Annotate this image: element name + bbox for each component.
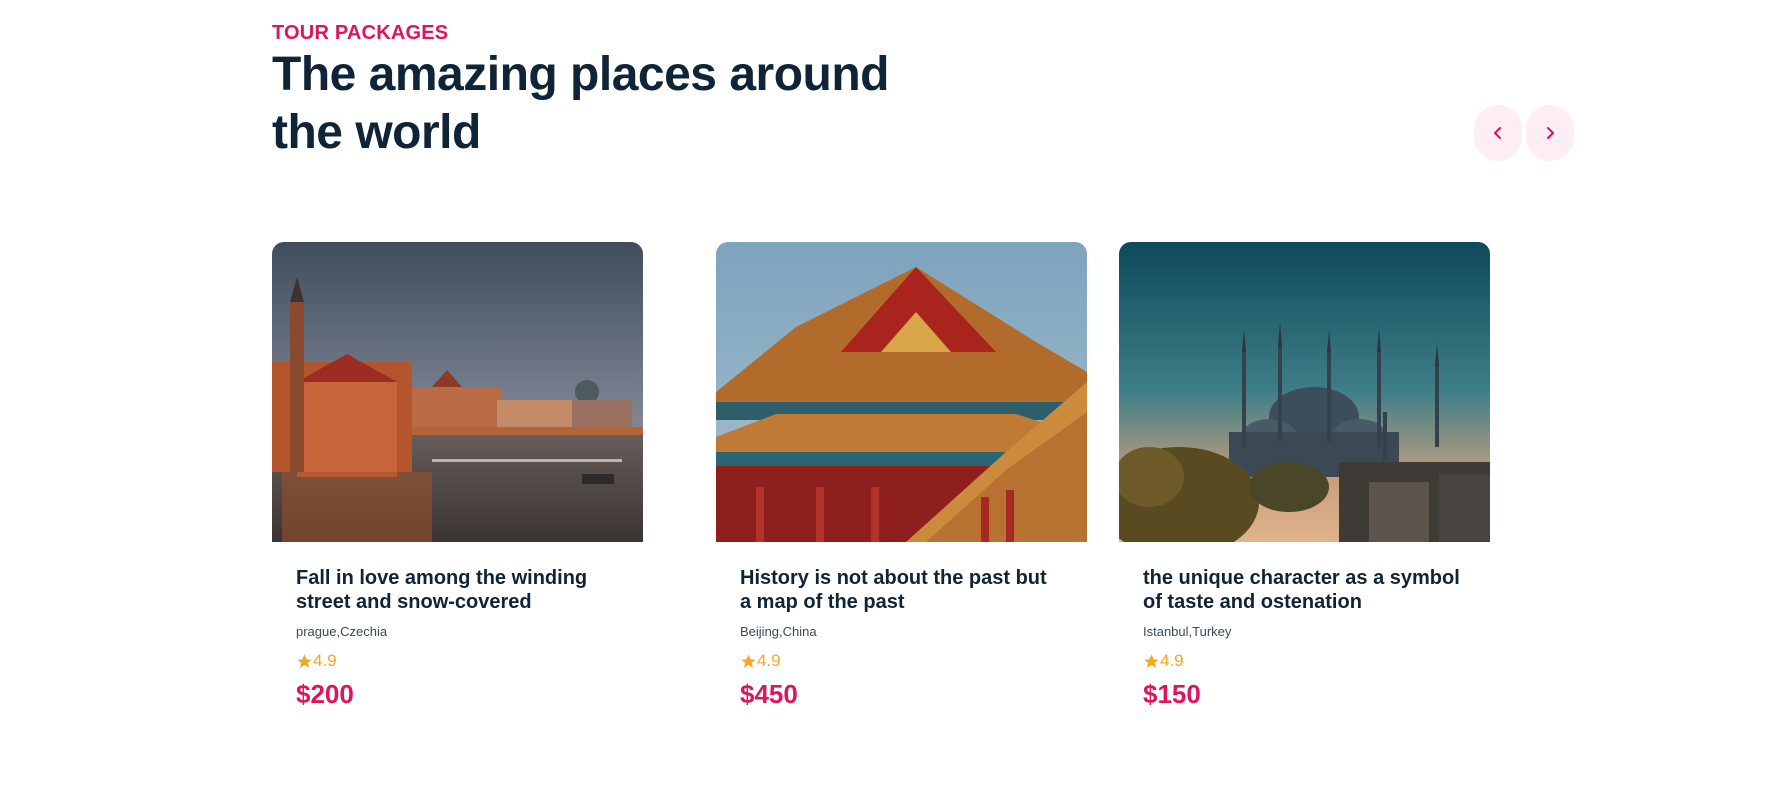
package-rating: 4.9 (740, 651, 1063, 671)
section-eyebrow: TOUR PACKAGES (272, 22, 449, 44)
section-headline: The amazing places around the world (272, 48, 889, 159)
package-price: $450 (740, 679, 798, 709)
star-icon (1144, 653, 1159, 668)
package-title[interactable]: the unique character as a symbol of tast… (1143, 566, 1466, 614)
tour-packages-section: TOUR PACKAGES The amazing places around … (0, 0, 1791, 806)
blue-mosque-skyline-photo[interactable] (1119, 242, 1490, 542)
carousel-prev-button[interactable] (1474, 105, 1522, 161)
package-price: $150 (1143, 679, 1201, 709)
package-card-prague[interactable]: Fall in love among the winding street an… (272, 242, 643, 710)
star-icon (297, 653, 312, 668)
carousel-next-button[interactable] (1526, 105, 1574, 161)
package-location: Beijing,China (740, 624, 817, 639)
chevron-left-icon (1494, 127, 1501, 139)
package-card-istanbul[interactable]: the unique character as a symbol of tast… (1119, 242, 1490, 710)
package-title[interactable]: Fall in love among the winding street an… (296, 566, 619, 614)
star-icon (741, 653, 756, 668)
prague-riverside-photo[interactable] (272, 242, 643, 542)
package-rating: 4.9 (296, 651, 619, 671)
package-location: prague,Czechia (296, 624, 388, 639)
rating-value: 4.9 (1160, 651, 1184, 670)
package-title[interactable]: History is not about the past but a map … (740, 566, 1063, 614)
forbidden-city-roof-photo[interactable] (716, 242, 1087, 542)
rating-value: 4.9 (313, 651, 337, 670)
package-card-beijing[interactable]: History is not about the past but a map … (716, 242, 1087, 710)
package-rating: 4.9 (1143, 651, 1466, 671)
rating-value: 4.9 (757, 651, 781, 670)
package-price: $200 (296, 679, 354, 709)
chevron-right-icon (1547, 127, 1554, 139)
package-location: Istanbul,Turkey (1143, 624, 1232, 639)
